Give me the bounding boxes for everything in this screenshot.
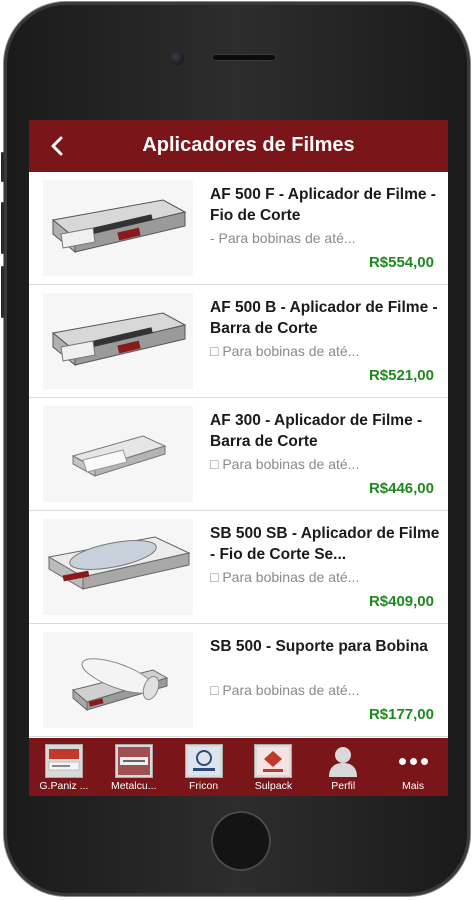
tab-label: Metalcu... xyxy=(110,780,157,792)
home-button[interactable] xyxy=(211,811,271,871)
bottom-tab-bar: G.Paniz ... Metalcu... Fricon Sulpack Pe… xyxy=(29,738,448,796)
phone-volume-up xyxy=(1,202,4,254)
product-name: AF 500 F - Aplicador de Filme - Fio de C… xyxy=(210,186,436,224)
tab-mais[interactable]: Mais xyxy=(378,738,448,796)
sulpack-logo-icon xyxy=(254,744,293,778)
product-image xyxy=(43,406,193,502)
product-name: AF 500 B - Aplicador de Filme - Barra de… xyxy=(210,299,438,337)
earpiece-speaker xyxy=(212,54,276,61)
metalcubo-logo-icon xyxy=(114,744,153,778)
product-description: □ Para bobinas de até... xyxy=(210,343,360,359)
product-list-item[interactable]: SB 500 - Suporte para Bobina □ Para bobi… xyxy=(29,624,448,737)
tab-label: Mais xyxy=(401,780,425,792)
product-description: □ Para bobinas de até... xyxy=(210,456,360,472)
product-image xyxy=(43,293,193,389)
app-screen: Aplicadores de Filmes AF 500 F - Aplicad… xyxy=(29,120,448,796)
product-description: - Para bobinas de até... xyxy=(210,230,356,246)
fricon-logo-icon xyxy=(184,744,223,778)
phone-side-button xyxy=(1,152,4,182)
tab-perfil[interactable]: Perfil xyxy=(308,738,378,796)
product-list: AF 500 F - Aplicador de Filme - Fio de C… xyxy=(29,172,448,738)
tab-label: Perfil xyxy=(331,780,356,792)
product-list-item[interactable]: AF 300 - Aplicador de Filme - Barra de C… xyxy=(29,398,448,511)
tab-sulpack[interactable]: Sulpack xyxy=(238,738,308,796)
front-camera xyxy=(170,51,184,65)
product-list-item[interactable]: SB 500 SB - Aplicador de Filme - Fio de … xyxy=(29,511,448,624)
product-price: R$409,00 xyxy=(368,593,434,610)
tab-label: Sulpack xyxy=(254,780,293,792)
product-name: AF 300 - Aplicador de Filme - Barra de C… xyxy=(210,412,423,450)
product-price: R$521,00 xyxy=(368,367,434,384)
product-description: □ Para bobinas de até... xyxy=(210,569,360,585)
phone-volume-down xyxy=(1,266,4,318)
tab-metalcubo[interactable]: Metalcu... xyxy=(99,738,169,796)
tab-fricon[interactable]: Fricon xyxy=(169,738,239,796)
app-header: Aplicadores de Filmes xyxy=(29,120,448,172)
product-list-item[interactable]: AF 500 F - Aplicador de Filme - Fio de C… xyxy=(29,172,448,285)
person-icon xyxy=(329,747,358,777)
product-price: R$177,00 xyxy=(368,706,434,723)
product-image xyxy=(43,519,193,615)
product-image xyxy=(43,180,193,276)
product-price: R$446,00 xyxy=(368,480,434,497)
product-list-item[interactable]: AF 500 B - Aplicador de Filme - Barra de… xyxy=(29,285,448,398)
page-title: Aplicadores de Filmes xyxy=(142,134,355,156)
product-description: □ Para bobinas de até... xyxy=(210,682,360,698)
gpaniz-logo-icon xyxy=(44,744,83,778)
tab-gpaniz[interactable]: G.Paniz ... xyxy=(29,738,99,796)
more-dots-icon xyxy=(394,744,432,778)
tab-label: G.Paniz ... xyxy=(39,780,89,792)
tab-label: Fricon xyxy=(188,780,219,792)
product-name: SB 500 - Suporte para Bobina xyxy=(210,638,428,655)
product-price: R$554,00 xyxy=(368,254,434,271)
product-image xyxy=(43,632,193,728)
product-name: SB 500 SB - Aplicador de Filme - Fio de … xyxy=(210,525,440,563)
